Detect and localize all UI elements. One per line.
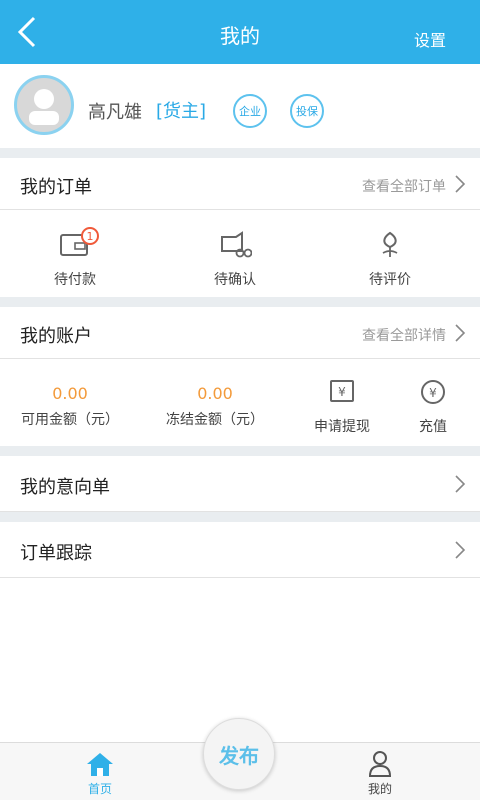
enterprise-badge[interactable]: 企业 <box>233 94 267 128</box>
section-divider <box>0 512 480 522</box>
pending-confirm-item[interactable]: 待确认 <box>195 229 275 289</box>
pending-review-label: 待评价 <box>369 272 411 288</box>
svg-text:¥: ¥ <box>338 385 346 399</box>
frozen-balance: 0.00 冻结金额（元） <box>155 384 275 429</box>
section-divider <box>0 297 480 307</box>
my-intent-orders-row[interactable]: 我的意向单 <box>0 456 480 512</box>
publish-button[interactable]: 发布 <box>203 718 275 790</box>
username: 高凡雄 <box>88 102 142 123</box>
nav-mine-label: 我的 <box>367 782 392 796</box>
view-all-details-link[interactable]: 查看全部详情 <box>362 325 446 345</box>
home-icon <box>87 753 113 776</box>
frozen-amount: 0.00 <box>197 384 233 403</box>
account-balance-grid: 0.00 可用金额（元） 0.00 冻结金额（元） ¥ 申请提现 ¥ 充值 <box>0 360 480 446</box>
flower-icon <box>382 231 398 257</box>
pending-review-item[interactable]: 待评价 <box>350 229 430 289</box>
nav-home[interactable]: 首页 <box>60 743 140 800</box>
view-all-orders-link[interactable]: 查看全部订单 <box>362 176 446 196</box>
my-account-title: 我的账户 <box>20 326 92 347</box>
my-orders-title: 我的订单 <box>20 177 92 198</box>
recharge-label: 充值 <box>419 419 447 435</box>
available-amount: 0.00 <box>52 384 88 403</box>
chevron-right-icon <box>455 324 466 342</box>
nav-mine[interactable]: 我的 <box>340 743 420 800</box>
user-avatar-icon <box>29 89 59 125</box>
yen-coin-icon: ¥ <box>421 380 445 404</box>
order-status-grid: 1 待付款 待确认 待评价 <box>0 211 480 297</box>
withdraw-label: 申请提现 <box>314 419 370 435</box>
chevron-right-icon <box>455 541 466 559</box>
section-divider <box>0 148 480 158</box>
settings-button[interactable]: 设置 <box>414 27 446 51</box>
truck-icon <box>221 231 253 258</box>
withdraw-item[interactable]: ¥ 申请提现 <box>302 378 382 436</box>
frozen-label: 冻结金额（元） <box>166 412 264 428</box>
chevron-right-icon <box>455 475 466 493</box>
recharge-item[interactable]: ¥ 充值 <box>393 378 473 436</box>
person-icon <box>368 751 392 777</box>
my-intent-orders-title: 我的意向单 <box>20 477 110 498</box>
nav-home-label: 首页 <box>87 782 112 796</box>
svg-text:¥: ¥ <box>429 386 437 400</box>
section-divider <box>0 446 480 456</box>
chevron-right-icon <box>455 175 466 193</box>
my-account-row[interactable]: 我的账户 查看全部详情 <box>0 307 480 359</box>
pending-payment-item[interactable]: 1 待付款 <box>35 227 115 289</box>
withdraw-icon: ¥ <box>330 380 354 402</box>
profile-header: 高凡雄 [货主] 企业 投保 <box>0 64 480 148</box>
available-balance: 0.00 可用金额（元） <box>10 384 130 429</box>
top-bar: 我的 设置 <box>0 0 480 64</box>
my-orders-row[interactable]: 我的订单 查看全部订单 <box>0 158 480 210</box>
pending-payment-label: 待付款 <box>54 272 96 288</box>
available-label: 可用金额（元） <box>21 412 119 428</box>
page-title: 我的 <box>220 24 260 48</box>
pending-confirm-label: 待确认 <box>214 272 256 288</box>
order-tracking-title: 订单跟踪 <box>20 543 92 564</box>
user-role: [货主] <box>156 101 207 122</box>
order-tracking-row[interactable]: 订单跟踪 <box>0 522 480 578</box>
insurance-badge[interactable]: 投保 <box>290 94 324 128</box>
avatar[interactable] <box>14 75 74 135</box>
pending-count-badge: 1 <box>81 227 99 245</box>
